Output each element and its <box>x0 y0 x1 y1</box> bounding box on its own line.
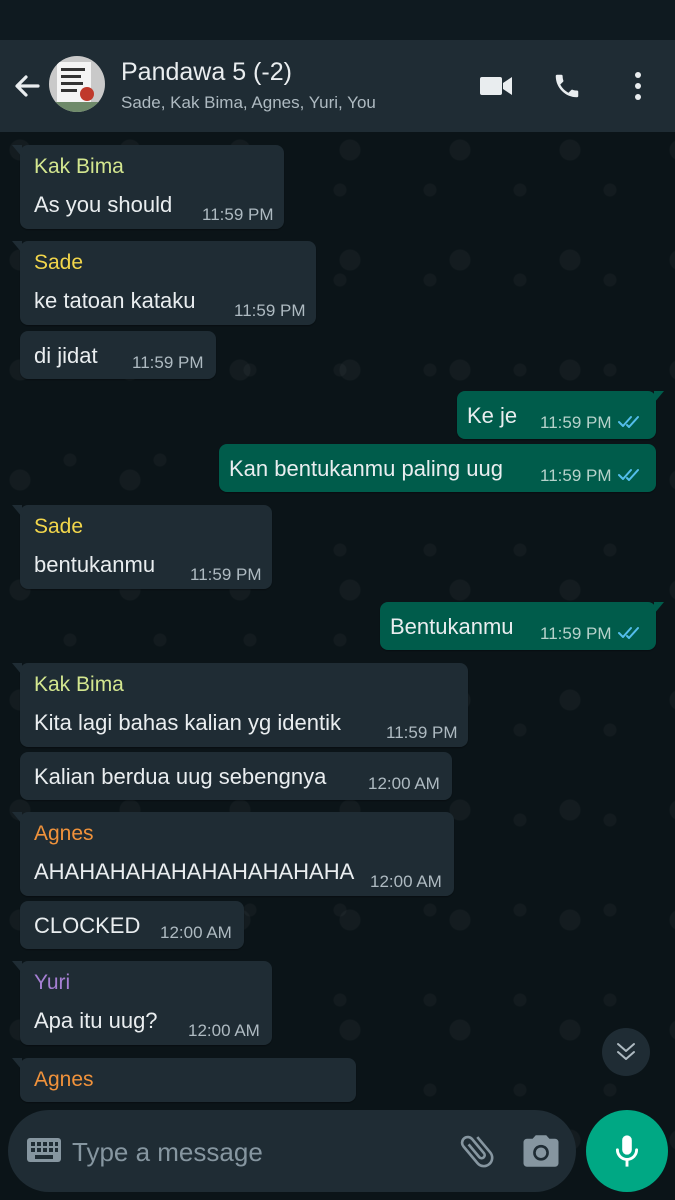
message-text: ke tatoan kataku <box>34 288 196 313</box>
voice-call-button[interactable] <box>547 66 587 106</box>
bubble-tail <box>12 241 22 253</box>
message-time: 11:59 PM <box>540 413 612 432</box>
back-button[interactable] <box>10 68 46 104</box>
chat-header: Pandawa 5 (-2) Sade, Kak Bima, Agnes, Yu… <box>0 40 675 132</box>
message-text: Kan bentukanmu paling uug <box>229 456 503 481</box>
phone-icon <box>555 74 579 98</box>
message-text: Ke je <box>467 403 518 428</box>
compose-bar <box>8 1110 576 1192</box>
message-bubble[interactable]: Agnes <box>12 1058 356 1102</box>
avatar-image <box>49 56 105 112</box>
read-receipt-icon <box>618 627 639 639</box>
sender-name: Sade <box>34 251 84 274</box>
message-bubble[interactable]: Agnes AHAHAHAHAHAHAHAHAHAHA 12:00 AM <box>12 812 454 896</box>
message-bubble[interactable]: CLOCKED 12:00 AM <box>20 901 244 949</box>
read-receipt-icon <box>618 469 639 481</box>
message-text: bentukanmu <box>34 552 156 577</box>
message-bubble-outgoing[interactable]: Kan bentukanmu paling uug 11:59 PM <box>219 444 656 492</box>
microphone-icon <box>615 1135 639 1167</box>
message-text: Apa itu uug? <box>34 1008 158 1033</box>
message-time: 11:59 PM <box>540 466 612 485</box>
camera-button[interactable] <box>520 1130 562 1172</box>
message-bubble-outgoing[interactable]: Ke je 11:59 PM <box>457 391 664 439</box>
message-text: Bentukanmu <box>390 614 514 639</box>
sender-name: Yuri <box>34 971 71 994</box>
message-time: 12:00 AM <box>370 872 442 891</box>
video-camera-icon <box>480 77 512 95</box>
sender-name: Sade <box>34 515 84 538</box>
message-time: 11:59 PM <box>132 353 204 372</box>
sender-name: Kak Bima <box>34 673 124 696</box>
bubble-tail <box>12 961 22 973</box>
bubble-tail <box>654 391 664 403</box>
message-text: As you should <box>34 192 173 217</box>
message-time: 11:59 PM <box>234 301 306 320</box>
message-bubble[interactable]: Sade bentukanmu 11:59 PM <box>12 505 272 589</box>
message-bubble[interactable]: Kak Bima As you should 11:59 PM <box>12 145 284 229</box>
message-time: 11:59 PM <box>386 723 458 742</box>
keyboard-icon[interactable] <box>26 1136 62 1164</box>
more-vertical-icon <box>635 72 641 100</box>
message-time: 11:59 PM <box>540 624 612 643</box>
message-text: Kalian berdua uug sebengnya <box>34 764 327 789</box>
more-options-button[interactable] <box>618 66 658 106</box>
message-time: 11:59 PM <box>190 565 262 584</box>
bubble-tail <box>12 812 22 824</box>
bubble-tail <box>12 663 22 675</box>
camera-icon <box>523 1135 559 1167</box>
video-call-button[interactable] <box>476 66 516 106</box>
back-arrow-icon <box>15 75 40 97</box>
bubble-tail <box>12 505 22 517</box>
paperclip-icon <box>460 1135 494 1168</box>
chat-participants[interactable]: Sade, Kak Bima, Agnes, Yuri, You <box>121 93 376 113</box>
read-receipt-icon <box>618 416 639 428</box>
message-text: AHAHAHAHAHAHAHAHAHAHA <box>34 859 355 884</box>
voice-message-button[interactable] <box>586 1110 668 1192</box>
message-bubble[interactable]: Yuri Apa itu uug? 12:00 AM <box>12 961 272 1045</box>
chat-title[interactable]: Pandawa 5 (-2) <box>121 58 292 87</box>
group-avatar[interactable] <box>49 56 105 112</box>
message-time: 11:59 PM <box>202 205 274 224</box>
message-bubble[interactable]: Kalian berdua uug sebengnya 12:00 AM <box>20 752 452 800</box>
message-bubble[interactable]: di jidat 11:59 PM <box>20 331 216 379</box>
chevron-double-down-icon <box>617 1043 635 1060</box>
bubble-tail <box>12 1058 22 1070</box>
attach-button[interactable] <box>456 1130 498 1172</box>
sender-name: Agnes <box>34 822 94 845</box>
bubble-tail <box>12 145 22 157</box>
message-text: di jidat <box>34 343 98 368</box>
message-time: 12:00 AM <box>160 923 232 942</box>
message-bubble[interactable]: Sade ke tatoan kataku 11:59 PM <box>12 241 316 325</box>
message-time: 12:00 AM <box>188 1021 260 1040</box>
message-time: 12:00 AM <box>368 774 440 793</box>
message-text: Kita lagi bahas kalian yg identik <box>34 710 341 735</box>
sender-name: Kak Bima <box>34 155 124 178</box>
message-text: CLOCKED <box>34 913 141 938</box>
scroll-to-bottom-button[interactable] <box>602 1028 650 1076</box>
message-bubble-outgoing[interactable]: Bentukanmu 11:59 PM <box>380 602 664 650</box>
message-bubble[interactable]: Kak Bima Kita lagi bahas kalian yg ident… <box>12 663 468 747</box>
status-bar <box>0 0 675 40</box>
message-input[interactable] <box>70 1130 444 1174</box>
sender-name: Agnes <box>34 1068 94 1091</box>
bubble-tail <box>654 602 664 614</box>
